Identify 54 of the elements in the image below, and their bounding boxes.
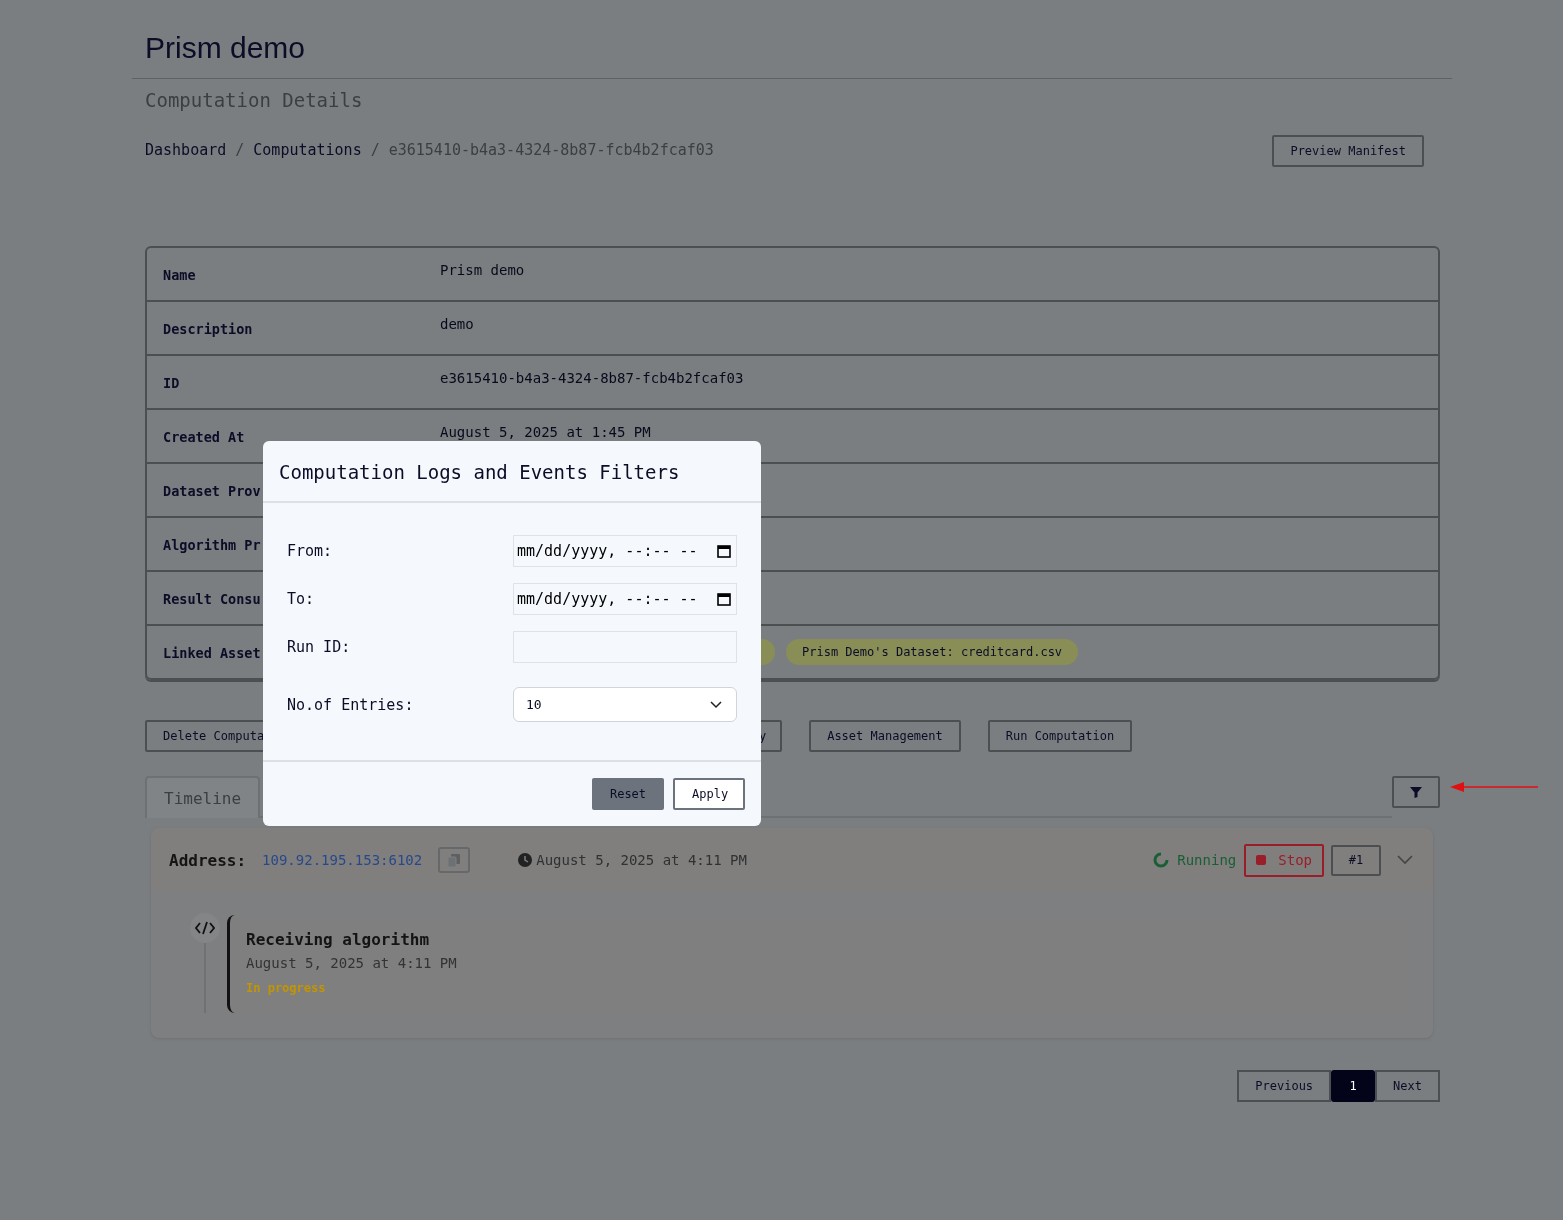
entries-select[interactable]: 10	[513, 687, 737, 722]
field-value: demo	[440, 315, 474, 332]
preview-manifest-button[interactable]: Preview Manifest	[1272, 135, 1424, 167]
clock-icon	[518, 853, 533, 867]
run-status: Running	[1177, 852, 1237, 868]
chevron-icon	[710, 700, 722, 709]
field-label: Run ID:	[287, 638, 351, 656]
code-icon	[190, 913, 220, 943]
field-label: ID	[163, 374, 180, 391]
spinner-icon	[1153, 852, 1170, 868]
breadcrumb-separator: /	[370, 141, 380, 159]
field-label: Description	[163, 320, 253, 337]
event-title: Receiving algorithm	[246, 930, 431, 949]
filter-button[interactable]	[1392, 776, 1440, 808]
field-value: Prism demo	[440, 261, 525, 278]
datetime-field[interactable]: mm/dd/yyyy, --:-- --	[513, 583, 737, 615]
tab[interactable]: Timeline	[145, 776, 261, 818]
field-label: From:	[287, 542, 333, 560]
breadcrumb-link[interactable]: Computations	[253, 141, 362, 159]
field-label: Name	[163, 266, 196, 283]
copy-button[interactable]	[438, 847, 471, 873]
action-button[interactable]: Asset Management	[809, 720, 961, 752]
field-label: To:	[287, 590, 315, 608]
breadcrumb-separator: /	[235, 141, 245, 159]
address-label: Address:	[169, 850, 247, 870]
page-title: Prism demo	[145, 30, 307, 66]
field-label: Created At	[163, 428, 245, 445]
breadcrumb-link[interactable]: Dashboard	[145, 141, 227, 159]
event-time: August 5, 2025 at 4:11 PM	[246, 955, 458, 971]
run-number-button[interactable]: #1	[1331, 844, 1381, 876]
start-time: August 5, 2025 at 4:11 PM	[536, 852, 747, 868]
dialog-title: Computation Logs and Events Filters	[263, 441, 761, 503]
field-label: Dataset Prov	[163, 482, 261, 499]
copy-icon	[448, 853, 461, 867]
apply-button[interactable]: Apply	[673, 778, 745, 810]
calendar-icon	[717, 544, 731, 558]
next-button[interactable]: Next	[1375, 1070, 1440, 1102]
field-label: No.of Entries:	[287, 695, 414, 714]
field-value: August 5, 2025 at 1:45 PM	[440, 423, 651, 440]
calendar-icon	[717, 592, 731, 606]
filter-icon	[1410, 786, 1422, 798]
event-status: In progress	[246, 981, 327, 995]
field-label: Algorithm Pr	[163, 536, 261, 553]
reset-button[interactable]: Reset	[592, 778, 664, 810]
previous-button[interactable]: Previous	[1237, 1070, 1332, 1102]
field-label: Linked Asset	[163, 644, 261, 661]
asset-tag: Prism Demo's Dataset: creditcard.csv	[786, 639, 1079, 665]
field-label: Result Consu	[163, 590, 261, 607]
field-value: e3615410-b4a3-4324-8b87-fcb4b2fcaf03	[440, 369, 744, 386]
section-title: Computation Details	[145, 89, 364, 111]
datetime-field[interactable]: mm/dd/yyyy, --:-- --	[513, 535, 737, 567]
page-button[interactable]: 1	[1331, 1070, 1376, 1102]
action-button[interactable]: Run Computation	[987, 720, 1133, 752]
breadcrumb-current: e3615410-b4a3-4324-8b87-fcb4b2fcaf03	[388, 141, 714, 159]
